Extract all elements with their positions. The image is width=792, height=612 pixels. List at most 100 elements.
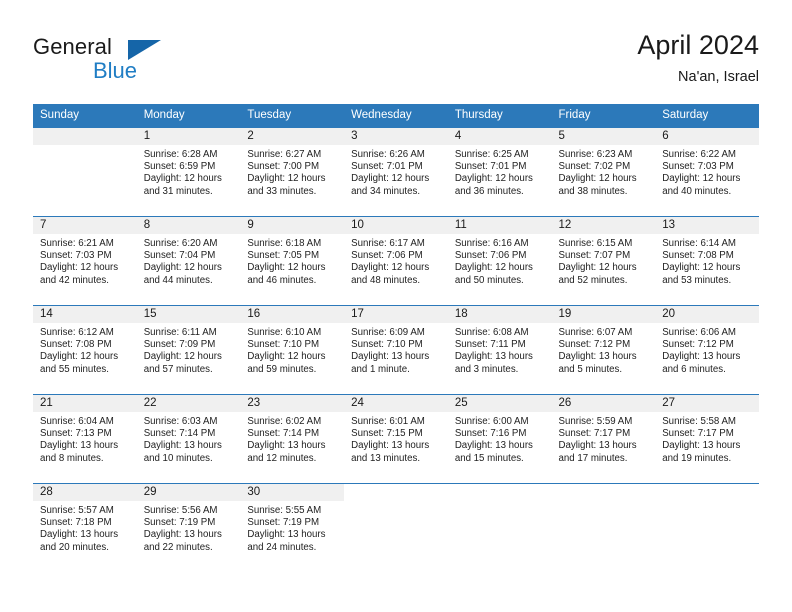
day-details: Sunrise: 6:21 AM Sunset: 7:03 PM Daylight:…: [33, 234, 137, 287]
blue-triangle-logo-icon: [128, 40, 161, 60]
weekday-header-thursday: Thursday: [447, 104, 552, 128]
calendar-empty-cell: [33, 128, 137, 217]
detail-daylight-2: and 59 minutes.: [247, 363, 317, 375]
detail-sunset: Sunset: 7:10 PM: [351, 339, 423, 351]
detail-daylight-1: Daylight: 13 hours: [40, 529, 119, 541]
calendar-day-cell[interactable]: 12 Sunrise: 6:15 AM Sunset: 7:07 PM Dayligh…: [551, 216, 656, 306]
detail-sunrise: Sunrise: 6:20 AM: [143, 238, 218, 249]
detail-daylight-2: and 52 minutes.: [558, 274, 628, 286]
day-number: 30: [240, 484, 345, 501]
calendar-day-cell[interactable]: 4 Sunrise: 6:25 AM Sunset: 7:01 PM Daylight…: [447, 128, 552, 217]
day-number: 7: [33, 217, 137, 234]
calendar-day-cell[interactable]: 29 Sunrise: 5:56 AM Sunset: 7:19 PM Dayligh…: [136, 483, 241, 572]
detail-sunset: Sunset: 7:18 PM: [40, 517, 112, 529]
day-number: 18: [447, 306, 552, 323]
detail-daylight-2: and 34 minutes.: [351, 185, 421, 197]
detail-daylight-2: and 55 minutes.: [40, 363, 109, 375]
detail-sunrise: Sunrise: 6:10 AM: [247, 327, 322, 338]
calendar-day-cell[interactable]: 21 Sunrise: 6:04 AM Sunset: 7:13 PM Dayligh…: [33, 394, 137, 484]
calendar-day-cell[interactable]: 7 Sunrise: 6:21 AM Sunset: 7:03 PM Daylight…: [33, 216, 137, 306]
detail-sunrise: Sunrise: 6:09 AM: [351, 327, 425, 338]
detail-daylight-1: Daylight: 12 hours: [247, 351, 326, 363]
detail-daylight-2: and 42 minutes.: [40, 274, 109, 286]
detail-sunset: Sunset: 7:04 PM: [143, 250, 216, 262]
calendar-day-cell[interactable]: 28 Sunrise: 5:57 AM Sunset: 7:18 PM Dayligh…: [33, 483, 137, 572]
calendar-day-cell[interactable]: 25 Sunrise: 6:00 AM Sunset: 7:16 PM Dayligh…: [447, 394, 552, 484]
day-number: 14: [33, 306, 137, 323]
detail-daylight-1: Daylight: 12 hours: [558, 173, 637, 185]
detail-sunrise: Sunrise: 6:04 AM: [40, 416, 114, 427]
detail-sunrise: Sunrise: 6:23 AM: [558, 149, 633, 160]
detail-daylight-1: Daylight: 13 hours: [247, 529, 326, 541]
day-number: 25: [447, 395, 552, 412]
calendar-day-cell[interactable]: 8 Sunrise: 6:20 AM Sunset: 7:04 PM Daylight…: [136, 216, 241, 306]
detail-daylight-1: Daylight: 12 hours: [143, 351, 222, 363]
detail-sunset: Sunset: 7:12 PM: [558, 339, 631, 351]
calendar-day-cell[interactable]: 20 Sunrise: 6:06 AM Sunset: 7:12 PM Dayligh…: [655, 305, 759, 395]
calendar-day-cell[interactable]: 22 Sunrise: 6:03 AM Sunset: 7:14 PM Dayligh…: [136, 394, 241, 484]
detail-daylight-2: and 6 minutes.: [662, 363, 726, 375]
calendar-day-cell[interactable]: 18 Sunrise: 6:08 AM Sunset: 7:11 PM Dayligh…: [447, 305, 552, 395]
detail-sunrise: Sunrise: 6:15 AM: [558, 238, 633, 249]
detail-daylight-2: and 44 minutes.: [143, 274, 213, 286]
calendar-day-cell[interactable]: 6 Sunrise: 6:22 AM Sunset: 7:03 PM Daylight…: [655, 128, 759, 217]
day-details: Sunrise: 5:56 AM Sunset: 7:19 PM Daylight:…: [137, 501, 241, 554]
detail-sunrise: Sunrise: 6:12 AM: [40, 327, 114, 338]
day-details: [33, 145, 137, 149]
detail-sunrise: Sunrise: 5:57 AM: [40, 505, 114, 516]
detail-daylight-1: Daylight: 12 hours: [143, 173, 222, 185]
day-details: Sunrise: 6:15 AM Sunset: 7:07 PM Daylight:…: [552, 234, 656, 287]
detail-sunset: Sunset: 7:07 PM: [558, 250, 631, 262]
calendar-day-cell[interactable]: 23 Sunrise: 6:02 AM Sunset: 7:14 PM Dayligh…: [240, 394, 345, 484]
detail-daylight-1: Daylight: 12 hours: [143, 262, 222, 274]
calendar-day-cell[interactable]: 17 Sunrise: 6:09 AM Sunset: 7:10 PM Dayligh…: [344, 305, 448, 395]
detail-daylight-2: and 10 minutes.: [143, 452, 213, 464]
calendar-day-cell[interactable]: 3 Sunrise: 6:26 AM Sunset: 7:01 PM Daylight…: [344, 128, 448, 217]
detail-sunrise: Sunrise: 6:18 AM: [247, 238, 322, 249]
detail-daylight-2: and 12 minutes.: [247, 452, 317, 464]
detail-daylight-2: and 38 minutes.: [558, 185, 628, 197]
detail-sunset: Sunset: 7:01 PM: [454, 161, 527, 173]
detail-sunrise: Sunrise: 6:25 AM: [454, 149, 529, 160]
calendar-day-cell[interactable]: 2 Sunrise: 6:27 AM Sunset: 7:00 PM Daylight…: [240, 128, 345, 217]
day-number: 24: [344, 395, 448, 412]
calendar-day-cell[interactable]: 26 Sunrise: 5:59 AM Sunset: 7:17 PM Dayligh…: [551, 394, 656, 484]
calendar-day-cell[interactable]: 24 Sunrise: 6:01 AM Sunset: 7:15 PM Dayligh…: [344, 394, 448, 484]
calendar-day-cell[interactable]: 27 Sunrise: 5:58 AM Sunset: 7:17 PM Dayligh…: [655, 394, 759, 484]
day-number: 2: [240, 128, 345, 145]
day-details: Sunrise: 6:11 AM Sunset: 7:09 PM Daylight:…: [137, 323, 241, 376]
calendar-day-cell[interactable]: 5 Sunrise: 6:23 AM Sunset: 7:02 PM Daylight…: [551, 128, 656, 217]
calendar-day-cell[interactable]: 13 Sunrise: 6:14 AM Sunset: 7:08 PM Dayligh…: [655, 216, 759, 306]
detail-daylight-1: Daylight: 13 hours: [558, 440, 637, 452]
calendar-day-cell[interactable]: 11 Sunrise: 6:16 AM Sunset: 7:06 PM Dayligh…: [447, 216, 552, 306]
calendar-day-cell[interactable]: 19 Sunrise: 6:07 AM Sunset: 7:12 PM Dayligh…: [551, 305, 656, 395]
detail-sunrise: Sunrise: 6:14 AM: [662, 238, 736, 249]
detail-sunrise: Sunrise: 6:07 AM: [558, 327, 633, 338]
detail-daylight-1: Daylight: 12 hours: [40, 262, 119, 274]
day-number: 26: [551, 395, 656, 412]
weekday-header-tuesday: Tuesday: [240, 104, 345, 128]
detail-daylight-1: Daylight: 12 hours: [662, 173, 741, 185]
day-details: Sunrise: 6:07 AM Sunset: 7:12 PM Daylight:…: [552, 323, 656, 376]
general-blue-logo[interactable]: General Blue: [33, 28, 263, 88]
day-number: 22: [136, 395, 241, 412]
calendar-day-cell[interactable]: 10 Sunrise: 6:17 AM Sunset: 7:06 PM Dayligh…: [344, 216, 448, 306]
detail-sunrise: Sunrise: 6:08 AM: [454, 327, 529, 338]
detail-daylight-2: and 8 minutes.: [40, 452, 104, 464]
calendar-day-cell[interactable]: 30 Sunrise: 5:55 AM Sunset: 7:19 PM Dayligh…: [240, 483, 345, 572]
detail-sunset: Sunset: 7:00 PM: [247, 161, 320, 173]
calendar-day-cell[interactable]: 14 Sunrise: 6:12 AM Sunset: 7:08 PM Dayligh…: [33, 305, 137, 395]
detail-daylight-1: Daylight: 12 hours: [40, 351, 119, 363]
day-details: Sunrise: 6:22 AM Sunset: 7:03 PM Daylight:…: [655, 145, 759, 198]
detail-sunrise: Sunrise: 5:59 AM: [558, 416, 633, 427]
detail-daylight-2: and 15 minutes.: [454, 452, 524, 464]
calendar-day-cell[interactable]: 1 Sunrise: 6:28 AM Sunset: 6:59 PM Daylight…: [136, 128, 241, 217]
calendar-day-cell[interactable]: 16 Sunrise: 6:10 AM Sunset: 7:10 PM Dayligh…: [240, 305, 345, 395]
calendar-day-cell[interactable]: 9 Sunrise: 6:18 AM Sunset: 7:05 PM Daylight…: [240, 216, 345, 306]
detail-sunrise: Sunrise: 6:26 AM: [351, 149, 425, 160]
weekday-header-sunday: Sunday: [33, 104, 137, 128]
detail-sunset: Sunset: 7:15 PM: [351, 428, 423, 440]
detail-sunset: Sunset: 7:06 PM: [351, 250, 423, 262]
day-details: [448, 501, 552, 505]
calendar-day-cell[interactable]: 15 Sunrise: 6:11 AM Sunset: 7:09 PM Dayligh…: [136, 305, 241, 395]
